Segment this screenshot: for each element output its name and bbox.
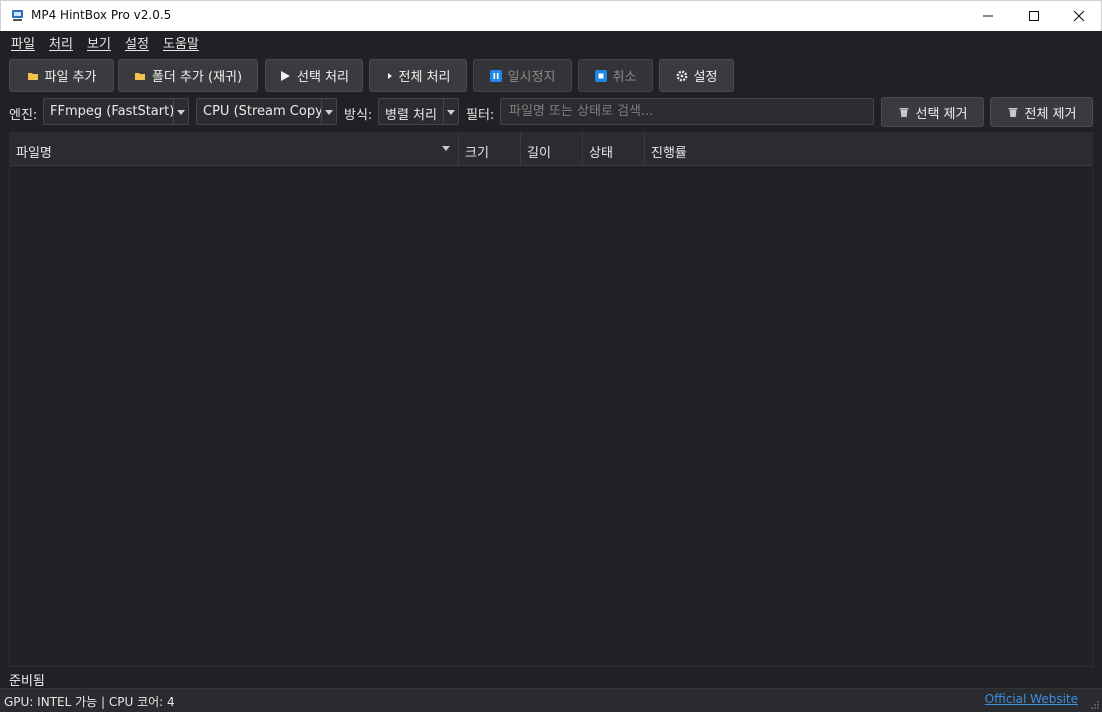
filter-bar: 엔진: FFmpeg (FastStart) CPU (Stream Copy)… <box>0 95 1102 129</box>
method-select[interactable]: 병렬 처리 <box>378 98 459 125</box>
trash-icon <box>899 108 908 117</box>
method-label: 방식: <box>344 108 373 123</box>
menu-view[interactable]: 보기 <box>87 33 111 52</box>
system-info: GPU: INTEL 가능 | CPU 코어: 4 <box>4 695 175 709</box>
gear-icon <box>676 70 687 81</box>
settings-button[interactable]: 설정 <box>659 59 734 92</box>
add-folder-label: 폴더 추가 (재귀) <box>151 70 243 85</box>
maximize-icon <box>1029 11 1039 21</box>
close-button[interactable] <box>1056 1 1102 31</box>
pause-icon <box>489 69 502 82</box>
column-filename[interactable]: 파일명 <box>10 133 459 165</box>
play-small-icon <box>387 72 392 79</box>
pause-label: 일시정지 <box>507 70 556 85</box>
column-filename-label: 파일명 <box>16 146 52 161</box>
menu-process[interactable]: 처리 <box>49 33 73 52</box>
stop-icon <box>594 69 607 82</box>
filter-label: 필터: <box>466 108 495 123</box>
process-all-label: 전체 처리 <box>398 70 451 85</box>
mode-value: CPU (Stream Copy) <box>203 104 328 119</box>
website-link[interactable]: Official Website <box>985 692 1078 706</box>
close-icon <box>1073 10 1085 22</box>
chevron-down-icon <box>173 99 188 124</box>
title-bar: MP4 HintBox Pro v2.0.5 <box>0 0 1102 31</box>
folder-icon <box>27 72 38 80</box>
play-icon <box>281 70 290 81</box>
search-input[interactable] <box>500 98 874 125</box>
minimize-icon <box>983 15 993 17</box>
process-selected-label: 선택 처리 <box>297 70 349 85</box>
column-status-label: 상태 <box>589 146 613 161</box>
engine-select[interactable]: FFmpeg (FastStart) <box>43 98 189 125</box>
app-icon <box>12 10 23 21</box>
remove-all-label: 전체 제거 <box>1024 106 1077 122</box>
pause-button[interactable]: 일시정지 <box>473 59 572 92</box>
minimize-button[interactable] <box>965 1 1011 31</box>
trash-icon <box>1008 108 1017 117</box>
menu-settings[interactable]: 설정 <box>125 33 149 52</box>
cancel-button[interactable]: 취소 <box>578 59 653 92</box>
add-file-label: 파일 추가 <box>44 70 97 85</box>
process-selected-button[interactable]: 선택 처리 <box>265 59 363 92</box>
column-status[interactable]: 상태 <box>583 133 645 165</box>
column-progress-label: 진행률 <box>651 146 687 161</box>
chevron-down-icon <box>321 99 336 124</box>
sort-down-icon <box>442 146 450 151</box>
table-header: 파일명 크기 길이 상태 진행률 <box>10 133 1092 166</box>
remove-selected-button[interactable]: 선택 제거 <box>881 97 984 127</box>
remove-all-button[interactable]: 전체 제거 <box>990 97 1093 127</box>
add-file-button[interactable]: 파일 추가 <box>9 59 114 92</box>
cancel-label: 취소 <box>612 70 637 85</box>
status-bar: GPU: INTEL 가능 | CPU 코어: 4 Official Websi… <box>0 688 1102 712</box>
column-size-label: 크기 <box>465 146 489 161</box>
column-progress[interactable]: 진행률 <box>645 133 1092 165</box>
remove-selected-label: 선택 제거 <box>915 106 968 122</box>
window-title: MP4 HintBox Pro v2.0.5 <box>31 8 172 22</box>
process-all-button[interactable]: 전체 처리 <box>369 59 467 92</box>
file-table[interactable]: 파일명 크기 길이 상태 진행률 <box>9 132 1093 667</box>
menu-file[interactable]: 파일 <box>11 33 35 52</box>
menu-help[interactable]: 도움말 <box>163 33 199 52</box>
add-folder-button[interactable]: 폴더 추가 (재귀) <box>118 59 258 92</box>
maximize-button[interactable] <box>1011 1 1057 31</box>
column-duration-label: 길이 <box>527 146 551 161</box>
column-duration[interactable]: 길이 <box>521 133 583 165</box>
mode-select[interactable]: CPU (Stream Copy) <box>196 98 337 125</box>
settings-label: 설정 <box>693 70 718 85</box>
folder-icon <box>134 72 145 80</box>
menu-bar: 파일 처리 보기 설정 도움말 <box>0 31 1102 53</box>
engine-label: 엔진: <box>9 108 38 123</box>
status-message: 준비됨 <box>9 674 45 689</box>
toolbar: 파일 추가 폴더 추가 (재귀) 선택 처리 전체 처리 일시정지 취소 설정 <box>0 53 1102 93</box>
method-value: 병렬 처리 <box>385 108 437 123</box>
column-size[interactable]: 크기 <box>459 133 521 165</box>
chevron-down-icon <box>443 99 458 124</box>
resize-grip-icon[interactable] <box>1089 699 1100 710</box>
engine-value: FFmpeg (FastStart) <box>50 104 175 119</box>
